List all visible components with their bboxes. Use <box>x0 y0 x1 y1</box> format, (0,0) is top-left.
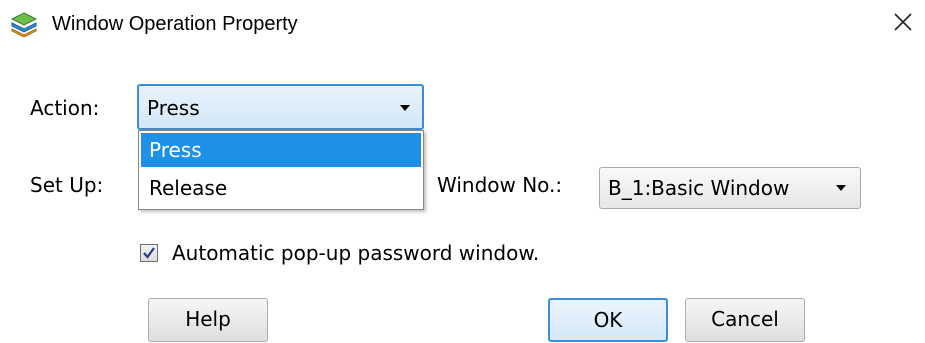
window-no-select[interactable]: B_1:Basic Window <box>599 167 861 209</box>
window-no-select-value: B_1:Basic Window <box>608 176 790 200</box>
action-label: Action: <box>30 96 100 120</box>
help-button[interactable]: Help <box>148 298 268 342</box>
checkmark-icon <box>143 247 155 259</box>
auto-popup-checkbox[interactable] <box>140 244 158 262</box>
window-operation-property-dialog: Window Operation Property Action: Press … <box>0 0 925 343</box>
action-select-value: Press <box>147 96 200 120</box>
action-option-release[interactable]: Release <box>141 171 421 205</box>
dialog-title: Window Operation Property <box>52 13 298 35</box>
action-dropdown-list: Press Release <box>138 130 424 210</box>
close-button[interactable] <box>885 6 921 42</box>
setup-label: Set Up: <box>30 173 104 197</box>
auto-popup-label[interactable]: Automatic pop-up password window. <box>172 240 539 266</box>
window-no-label: Window No.: <box>437 173 563 197</box>
cancel-button[interactable]: Cancel <box>685 298 805 342</box>
layers-app-icon <box>10 10 38 38</box>
action-select[interactable]: Press <box>137 84 424 130</box>
ok-button[interactable]: OK <box>548 298 668 342</box>
chevron-down-icon <box>836 185 846 191</box>
chevron-down-icon <box>400 105 410 111</box>
action-option-press[interactable]: Press <box>141 133 421 167</box>
close-icon <box>893 12 913 36</box>
title-bar[interactable]: Window Operation Property <box>0 0 925 50</box>
